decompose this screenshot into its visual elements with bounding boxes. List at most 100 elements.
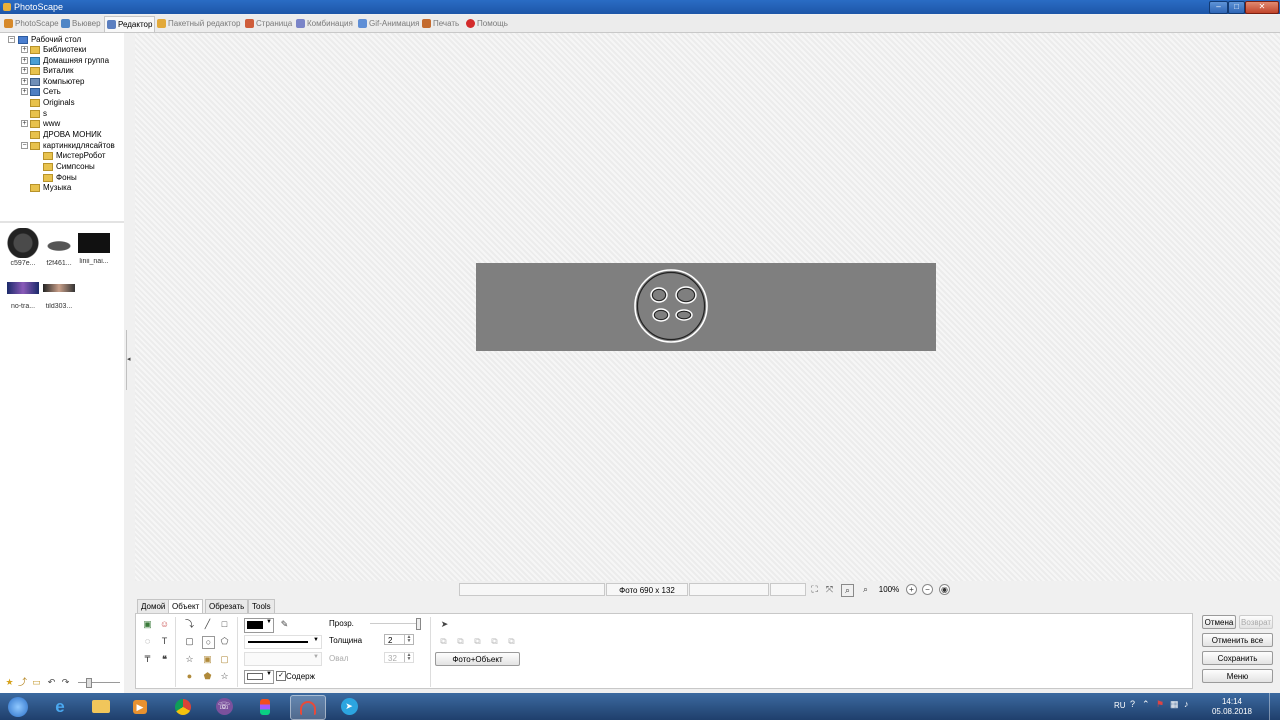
rounded-fill-icon[interactable]: ▢: [219, 654, 230, 665]
telegram-icon[interactable]: ➤: [334, 695, 364, 718]
tab-help[interactable]: Помощь: [464, 16, 510, 31]
tab-object[interactable]: Объект: [168, 599, 204, 614]
ellipse-tool-icon[interactable]: ○: [202, 636, 215, 649]
menu-button[interactable]: Меню: [1202, 669, 1273, 683]
tree-item-mr-robot[interactable]: МистерРобот: [43, 150, 106, 161]
maximize-button[interactable]: □: [1228, 1, 1245, 14]
undo-all-button[interactable]: Отменить все: [1202, 633, 1273, 647]
slider-handle[interactable]: [416, 618, 421, 630]
file-explorer-icon[interactable]: [86, 695, 116, 718]
star-outline-icon[interactable]: ☆: [219, 671, 230, 682]
thumbnail-item[interactable]: c597e...: [6, 228, 40, 267]
internet-explorer-icon[interactable]: e: [45, 695, 75, 718]
photoscape-taskbar-icon[interactable]: [290, 695, 326, 720]
stepper-arrows-icon[interactable]: ▲ ▼: [404, 653, 413, 662]
thumbnail-item[interactable]: f2f461...: [42, 228, 76, 267]
thumbnail-size-slider[interactable]: [78, 678, 120, 688]
fill-style-select[interactable]: ▼: [244, 652, 322, 666]
zoom-fit-icon[interactable]: ⌕: [841, 584, 854, 597]
slider-handle[interactable]: [86, 678, 92, 688]
text-tool-icon[interactable]: T: [159, 636, 170, 647]
contain-checkbox[interactable]: ✓: [276, 671, 286, 681]
thumbnail-item[interactable]: no-tra...: [6, 273, 40, 310]
tree-item-drivers[interactable]: ДРОВА МОНИК: [30, 129, 102, 140]
close-button[interactable]: ✕: [1245, 1, 1279, 14]
undo-button[interactable]: Отмена: [1202, 615, 1236, 629]
line-style-select[interactable]: ▼: [244, 635, 322, 649]
fit-screen-icon[interactable]: ⛶: [809, 584, 820, 595]
tree-item-user[interactable]: Виталик: [30, 65, 73, 76]
rotate-left-icon[interactable]: ↶: [46, 677, 57, 688]
photo-image[interactable]: [476, 263, 936, 351]
rectangle-tool-icon[interactable]: □: [219, 619, 230, 630]
thickness-stepper[interactable]: 2 ▲ ▼: [384, 634, 414, 645]
actual-size-icon[interactable]: ⤧: [824, 584, 835, 595]
clock[interactable]: 14:14 05.08.2018: [1212, 697, 1252, 717]
help-tray-icon[interactable]: ?: [1130, 699, 1135, 709]
fill-color-picker[interactable]: ▼: [244, 670, 274, 684]
save-button[interactable]: Сохранить: [1202, 651, 1273, 665]
opacity-slider[interactable]: [370, 618, 421, 630]
tree-item-simpsons[interactable]: Симпсоны: [43, 161, 95, 172]
thumbnail-item[interactable]: linii_nai...: [77, 228, 111, 265]
balloon-icon[interactable]: ◌: [142, 636, 153, 647]
tab-print[interactable]: Печать: [420, 16, 461, 31]
redo-button[interactable]: Возврат: [1239, 615, 1273, 629]
editor-canvas[interactable]: [135, 33, 1280, 581]
chrome-icon[interactable]: [168, 695, 198, 718]
tab-tools[interactable]: Tools: [248, 599, 275, 614]
network-icon[interactable]: ▦: [1170, 699, 1179, 710]
tree-item-music[interactable]: Музыка: [30, 182, 71, 193]
flag-icon[interactable]: ⚑: [1156, 699, 1164, 710]
zoom-in-icon[interactable]: +: [906, 584, 917, 595]
tab-viewer[interactable]: Вьювер: [59, 16, 103, 31]
stepper-arrows-icon[interactable]: ▲ ▼: [404, 635, 413, 644]
tab-combine[interactable]: Комбинация: [294, 16, 355, 31]
rounded-rect-tool-icon[interactable]: ▢: [184, 636, 195, 647]
expand-toggle-icon[interactable]: +: [21, 120, 28, 127]
text-style-icon[interactable]: ₸: [142, 654, 153, 665]
show-desktop-button[interactable]: [1269, 693, 1280, 720]
favorites-star-icon[interactable]: ★: [4, 677, 15, 688]
zoom-out-icon[interactable]: −: [922, 584, 933, 595]
expand-toggle-icon[interactable]: +: [21, 67, 28, 74]
tab-batch-editor[interactable]: Пакетный редактор: [155, 16, 242, 31]
tab-crop[interactable]: Обрезать: [205, 599, 249, 614]
zoom-settings-icon[interactable]: ◉: [939, 584, 950, 595]
polygon-tool-icon[interactable]: ⬠: [219, 636, 230, 647]
color-picker[interactable]: ▼: [244, 618, 274, 633]
star-tool-icon[interactable]: ☆: [184, 654, 195, 665]
photo-insert-icon[interactable]: ▣: [142, 619, 153, 630]
tab-gif-animation[interactable]: Gif-Анимация: [356, 16, 421, 31]
minimize-button[interactable]: –: [1209, 1, 1228, 14]
pentagon-fill-icon[interactable]: ⬟: [202, 671, 213, 682]
rotate-right-icon[interactable]: ↷: [60, 677, 71, 688]
wand-icon[interactable]: ⤵: [184, 619, 195, 630]
eyedropper-icon[interactable]: ✎: [279, 619, 290, 630]
open-folder-icon[interactable]: ▭: [31, 677, 42, 688]
expand-toggle-icon[interactable]: +: [21, 88, 28, 95]
circle-fill-icon[interactable]: ●: [184, 671, 195, 682]
language-indicator[interactable]: RU: [1114, 701, 1126, 710]
select-pointer-icon[interactable]: ➤: [439, 619, 450, 630]
thumbnail-item[interactable]: tild303...: [42, 273, 76, 310]
collapse-arrow-icon[interactable]: ◂: [126, 330, 132, 390]
media-player-icon[interactable]: ▶: [125, 695, 155, 718]
oval-stepper[interactable]: 32 ▲ ▼: [384, 652, 414, 663]
expand-toggle-icon[interactable]: +: [21, 46, 28, 53]
tab-page[interactable]: Страница: [243, 16, 294, 31]
zoom-tool-icon[interactable]: ⌕: [860, 584, 871, 595]
volume-icon[interactable]: ♪: [1184, 699, 1189, 709]
tree-item-libraries[interactable]: Библиотеки: [30, 44, 86, 55]
tree-item-www[interactable]: www: [30, 118, 60, 129]
line-tool-icon[interactable]: ╱: [202, 619, 213, 630]
icon-insert-icon[interactable]: ☺: [159, 619, 170, 630]
tab-editor[interactable]: Редактор: [104, 16, 156, 32]
folder-up-icon[interactable]: ⤴: [17, 677, 28, 688]
panel-splitter[interactable]: ◂: [124, 33, 134, 693]
expand-toggle-icon[interactable]: +: [21, 78, 28, 85]
start-button[interactable]: [2, 695, 34, 718]
viber-icon[interactable]: ☏: [209, 695, 239, 718]
tree-item-network[interactable]: Сеть: [30, 86, 61, 97]
tree-item-originals[interactable]: Originals: [30, 97, 75, 108]
